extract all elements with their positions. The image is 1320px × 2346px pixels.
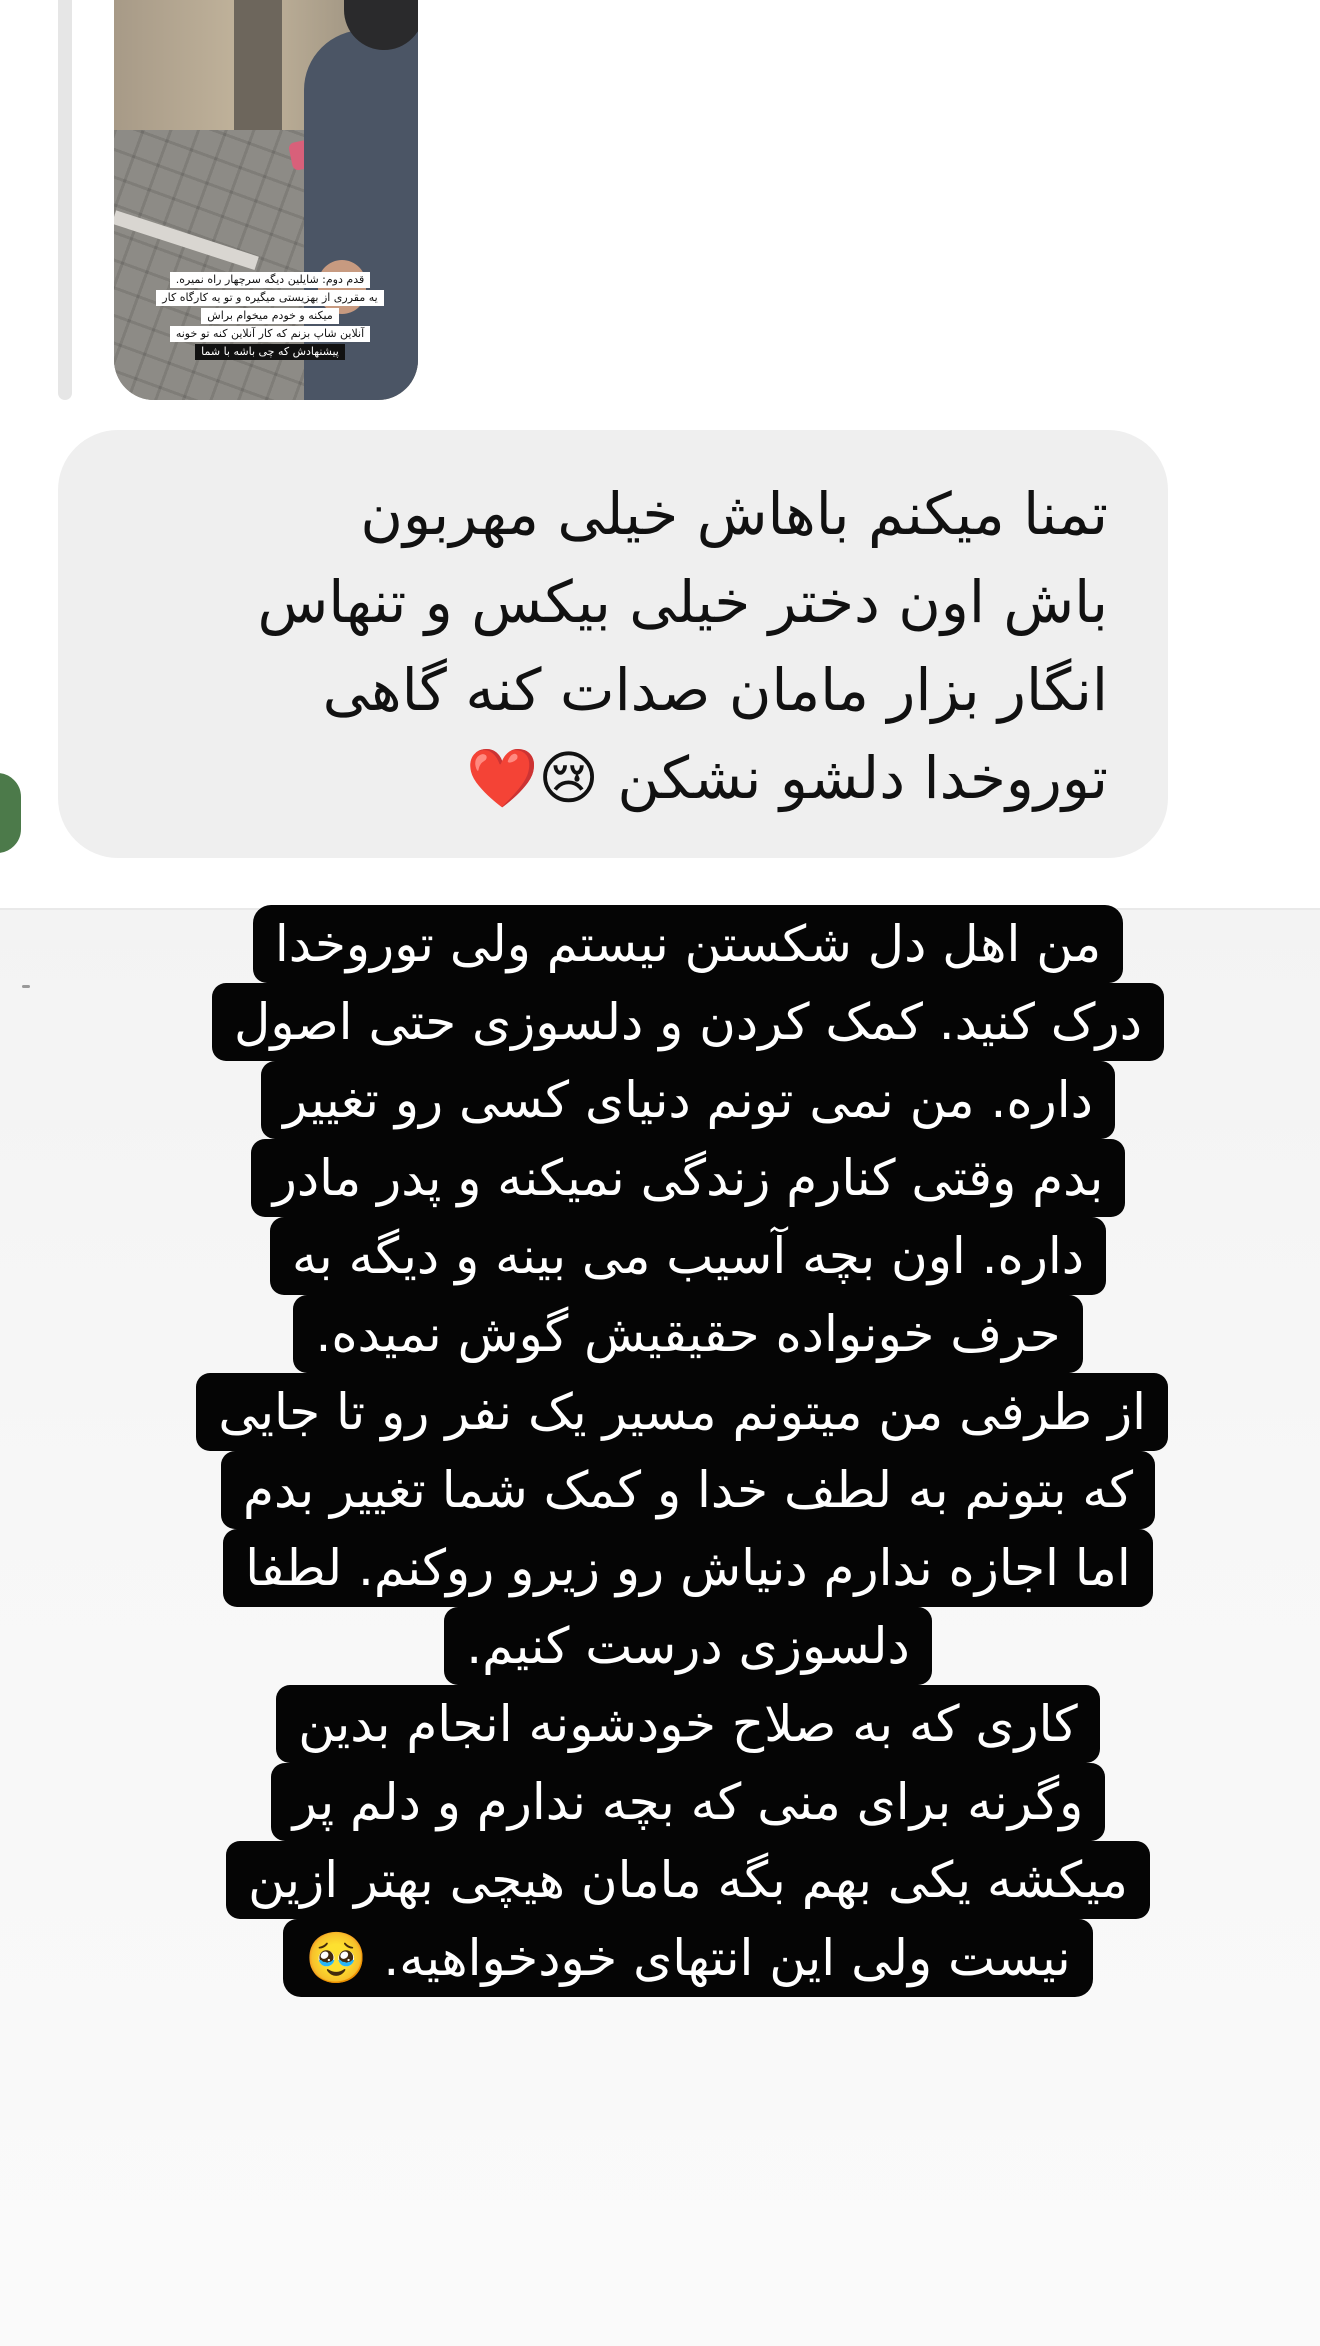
story-text-line: داره. اون بچه آسیب می بینه و دیگه به	[269, 1217, 1107, 1295]
story-text-line: حرف خونواده حقیقیش گوش نمیده.	[293, 1295, 1083, 1373]
story-text-line: اما اجازه ندارم دنیاش رو زیرو روکنم. لطف…	[223, 1529, 1153, 1607]
thumbnail-caption-line: قدم دوم: شایلین دیگه سرچهار راه نمیره.	[169, 272, 371, 288]
story-text-line: داره. من نمی تونم دنیای کسی رو تغییر	[261, 1061, 1115, 1139]
story-text-line: از طرفی من میتونم مسیر یک نفر رو تا جایی	[196, 1373, 1168, 1451]
received-message-text: تمنا میکنم باهاش خیلی مهربون باش اون دخت…	[102, 470, 1108, 822]
small-mark	[22, 985, 30, 988]
message-line: انگار بزار مامان صدات کنه گاهی	[322, 656, 1108, 724]
story-text-line: درک کنید. کمک کردن و دلسوزی حتی اصول	[212, 983, 1164, 1061]
sender-avatar[interactable]	[0, 770, 24, 856]
thumbnail-door	[234, 0, 282, 150]
story-text-line: من اهل دل شکستن نیستم ولی توروخدا	[252, 905, 1124, 983]
message-line: توروخدا دلشو نشکن 😢❤️	[466, 744, 1108, 812]
story-text-line: دلسوزی درست کنیم.	[444, 1607, 932, 1685]
thumbnail-caption-line: پیشنهادش که چی باشه با شما	[195, 344, 345, 360]
story-text-block: من اهل دل شکستن نیستم ولی توروخدا درک کن…	[196, 905, 1168, 1997]
message-line: باش اون دختر خیلی بیکس و تنهاس	[257, 568, 1108, 636]
story-text-line: بدم وقتی کنارم زندگی نمیکنه و پدر مادر	[250, 1139, 1126, 1217]
story-text-line: که بتونم به لطف خدا و کمک شما تغییر بدم	[221, 1451, 1156, 1529]
thumbnail-caption-line: میکنه و خودم میخوام براش	[201, 308, 339, 324]
story-text-line: وگرنه برای منی که بچه ندارم و دلم پر	[270, 1763, 1106, 1841]
story-text-line: نیست ولی این انتهای خودخواهیه. 🥹	[283, 1919, 1093, 1997]
received-message-bubble[interactable]: تمنا میکنم باهاش خیلی مهربون باش اون دخت…	[58, 430, 1168, 858]
replied-story-thumbnail[interactable]: قدم دوم: شایلین دیگه سرچهار راه نمیره. ی…	[114, 0, 418, 400]
thumbnail-caption-line: یه مقرری از بهزیستی میگیره و تو یه کارگا…	[156, 290, 384, 306]
story-text-line: کاری که به صلاح خودشونه انجام بدین	[276, 1685, 1100, 1763]
dm-thread: قدم دوم: شایلین دیگه سرچهار راه نمیره. ی…	[0, 0, 1320, 910]
thumbnail-caption: قدم دوم: شایلین دیگه سرچهار راه نمیره. ی…	[150, 272, 390, 362]
message-line: تمنا میکنم باهاش خیلی مهربون	[360, 480, 1108, 548]
thumbnail-caption-line: آنلاین شاپ بزنم که کار آنلاین کنه تو خون…	[169, 326, 371, 342]
story-text-line: میکشه یکی بهم بگه مامان هیچی بهتر ازین	[226, 1841, 1150, 1919]
reply-indicator-bar	[58, 0, 72, 400]
